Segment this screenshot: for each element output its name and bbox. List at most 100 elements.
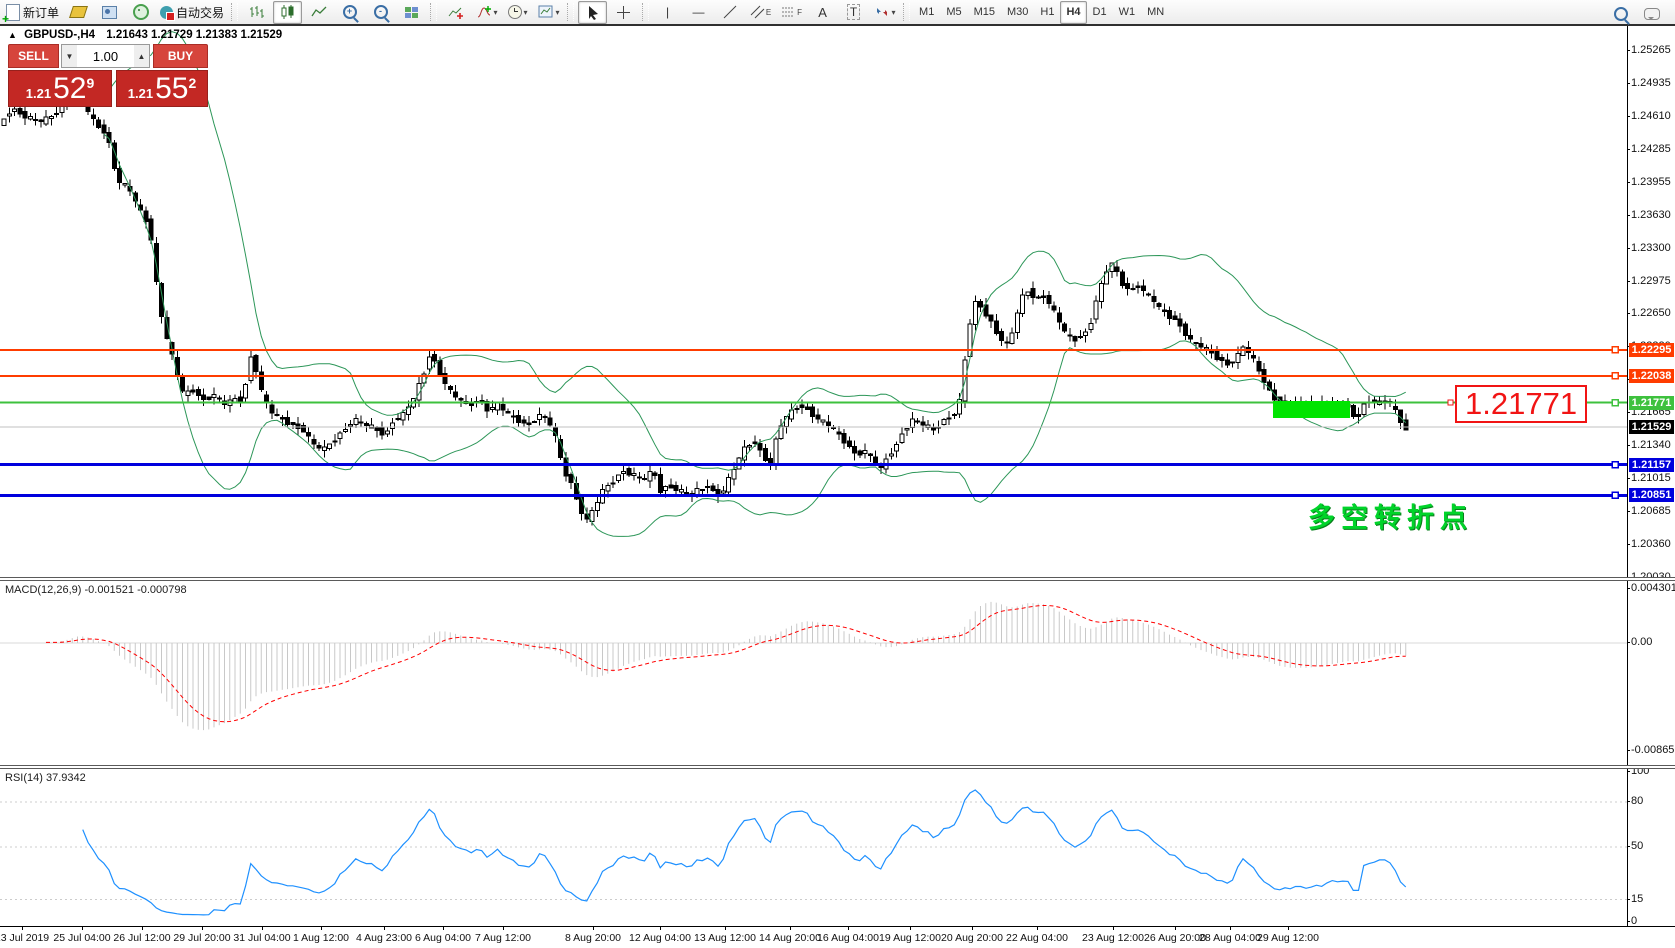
autotrade-button[interactable]: 自动交易 [157, 1, 227, 24]
timeframe-group: M1M5M15M30H1H4D1W1MN [913, 1, 1170, 24]
main-chart-canvas[interactable] [0, 26, 1627, 577]
bar-chart-button[interactable] [242, 1, 271, 24]
fibo-letter: F [797, 8, 802, 17]
price-tick: 1.22650 [1631, 307, 1671, 319]
new-chart-button[interactable] [441, 1, 470, 24]
price-tick: 1.23300 [1631, 242, 1671, 254]
date-tick [82, 927, 83, 930]
date-label: 12 Aug 04:00 [629, 932, 691, 944]
macd-tick: 0.004301 [1631, 582, 1675, 594]
timeframe-w1[interactable]: W1 [1113, 1, 1142, 24]
timeframe-h1[interactable]: H1 [1034, 1, 1060, 24]
periods-button[interactable]: ▾ [503, 1, 532, 24]
price-badge-1.22038: 1.22038 [1629, 369, 1674, 383]
volume-up-button[interactable]: ▲ [134, 45, 149, 67]
chat-button[interactable] [1637, 2, 1666, 25]
new-order-button[interactable]: + 新订单 [3, 1, 62, 24]
date-tick [1175, 927, 1176, 930]
price-tick: 1.24610 [1631, 110, 1671, 122]
pane-separator[interactable] [0, 765, 1675, 769]
timeframe-d1[interactable]: D1 [1087, 1, 1113, 24]
search-button[interactable] [1606, 2, 1635, 25]
cursor-icon [586, 5, 600, 20]
text-button[interactable]: A [808, 1, 837, 24]
date-label: 14 Aug 20:00 [759, 932, 821, 944]
arrows-button[interactable]: ▾ [870, 1, 899, 24]
volume-input[interactable]: 1.00 [77, 45, 134, 67]
toolbar-separator [567, 3, 574, 21]
signals-button[interactable] [126, 1, 155, 24]
price-badge-1.22295: 1.22295 [1629, 343, 1674, 357]
crosshair-button[interactable] [609, 1, 638, 24]
date-tick [593, 927, 594, 930]
macd-pane-canvas[interactable] [0, 581, 1627, 765]
indicators-button[interactable]: ▾ [472, 1, 501, 24]
candlestick-chart-button[interactable] [273, 1, 302, 24]
date-label: 23 Aug 12:00 [1082, 932, 1144, 944]
sell-price-button[interactable]: 1.21 52 9 [8, 70, 112, 107]
navigator-button[interactable] [95, 1, 124, 24]
chevron-down-icon: ▾ [892, 8, 896, 17]
date-tick [848, 927, 849, 930]
text-label-icon: T [847, 4, 860, 20]
price-tick: 1.21015 [1631, 472, 1671, 484]
date-label: 28 Aug 04:00 [1199, 932, 1261, 944]
date-label: 1 Aug 12:00 [293, 932, 349, 944]
equidistant-channel-button[interactable]: E [746, 1, 775, 24]
date-label: 26 Aug 20:00 [1144, 932, 1206, 944]
zoom-in-button[interactable]: + [335, 1, 364, 24]
volume-down-button[interactable]: ▼ [62, 45, 77, 67]
rsi-tick: 80 [1631, 795, 1643, 807]
zoom-out-button[interactable]: - [366, 1, 395, 24]
toolbar-separator [231, 3, 238, 21]
date-tick [262, 927, 263, 930]
date-tick [503, 927, 504, 930]
timeframe-m1[interactable]: M1 [913, 1, 940, 24]
date-label: 26 Jul 12:00 [113, 932, 170, 944]
periods-icon [508, 5, 522, 19]
chat-icon [1644, 8, 1660, 20]
new-chart-icon [448, 5, 464, 19]
buy-button[interactable]: BUY [153, 44, 208, 68]
sell-button[interactable]: SELL [8, 44, 59, 68]
collapse-triangle-icon[interactable]: ▲ [8, 30, 17, 40]
price-axis[interactable]: 1.252651.249351.246101.242851.239551.236… [1627, 26, 1675, 926]
date-tick [725, 927, 726, 930]
horizontal-line-button[interactable]: — [684, 1, 713, 24]
templates-button[interactable]: ▾ [534, 1, 563, 24]
zoom-out-icon: - [374, 5, 388, 19]
text-label-button[interactable]: T [839, 1, 868, 24]
date-label: 25 Jul 04:00 [53, 932, 110, 944]
symbol-name: GBPUSD-,H4 [24, 29, 95, 41]
line-chart-button[interactable] [304, 1, 333, 24]
timeframe-m15[interactable]: M15 [968, 1, 1001, 24]
rsi-pane-canvas[interactable] [0, 769, 1627, 926]
line-chart-icon [311, 5, 327, 19]
date-tick [1230, 927, 1231, 930]
date-tick [321, 927, 322, 930]
price-tick: 1.25265 [1631, 44, 1671, 56]
vertical-line-button[interactable]: | [653, 1, 682, 24]
profiles-button[interactable] [64, 1, 93, 24]
price-annotation-label[interactable]: 1.21771 [1455, 385, 1587, 423]
date-tick [142, 927, 143, 930]
timeframe-m30[interactable]: M30 [1001, 1, 1034, 24]
equidistant-channel-icon [750, 5, 766, 19]
timeframe-mn[interactable]: MN [1141, 1, 1170, 24]
date-axis[interactable]: 23 Jul 201925 Jul 04:0026 Jul 12:0029 Ju… [0, 926, 1675, 948]
cursor-button[interactable] [578, 1, 607, 24]
autotrade-icon [160, 6, 173, 19]
turning-point-annotation[interactable]: 多空转折点 [1308, 496, 1473, 535]
fibonacci-button[interactable]: F [777, 1, 806, 24]
one-click-trade-panel: SELL ▼ 1.00 ▲ BUY 1.21 52 9 1.21 55 2 [8, 44, 208, 107]
buy-price-button[interactable]: 1.21 55 2 [116, 70, 208, 107]
sell-price-big: 52 [53, 75, 86, 103]
chevron-down-icon: ▾ [494, 8, 498, 17]
date-label: 6 Aug 04:00 [415, 932, 471, 944]
timeframe-m5[interactable]: M5 [940, 1, 967, 24]
date-tick [972, 927, 973, 930]
tile-windows-button[interactable] [397, 1, 426, 24]
timeframe-h4[interactable]: H4 [1060, 1, 1086, 24]
trendline-button[interactable] [715, 1, 744, 24]
pane-separator[interactable] [0, 577, 1675, 581]
